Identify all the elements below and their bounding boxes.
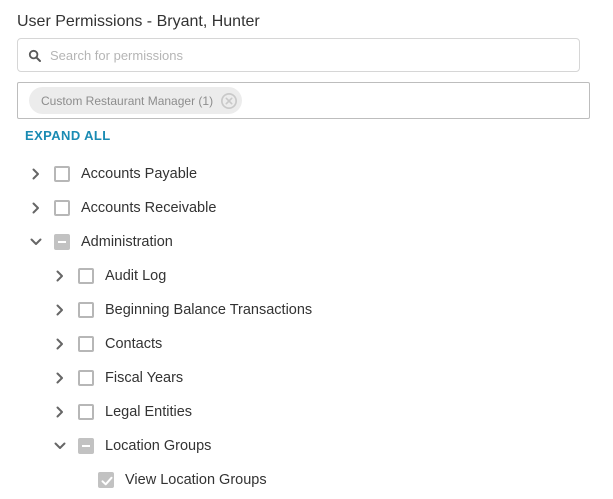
tree-row-label: Accounts Receivable [81, 200, 217, 216]
checkbox-checked[interactable] [98, 472, 114, 488]
role-chip[interactable]: Custom Restaurant Manager (1) [29, 87, 243, 114]
search-field[interactable] [17, 38, 580, 72]
chevron-right-icon[interactable] [53, 405, 67, 419]
checkbox[interactable] [78, 302, 94, 318]
tree-row-label: Audit Log [105, 268, 167, 284]
tree-row-label: Location Groups [105, 438, 212, 454]
checkbox[interactable] [78, 268, 94, 284]
page-title: User Permissions - Bryant, Hunter [17, 13, 260, 30]
tree-row-label: Beginning Balance Transactions [105, 302, 313, 318]
search-input[interactable] [50, 39, 570, 71]
close-circle-icon[interactable] [220, 92, 238, 110]
tree-row-label: Contacts [105, 336, 163, 352]
chevron-right-icon[interactable] [53, 269, 67, 283]
checkbox-indeterminate[interactable] [54, 234, 70, 250]
tree-row[interactable]: Audit Log [53, 259, 166, 293]
tree-row[interactable]: Location Groups [53, 429, 211, 463]
chevron-down-icon[interactable] [53, 439, 67, 453]
checkbox[interactable] [78, 404, 94, 420]
tree-row-label: Accounts Payable [81, 166, 198, 182]
chevron-right-icon[interactable] [53, 337, 67, 351]
checkbox[interactable] [54, 166, 70, 182]
checkbox[interactable] [54, 200, 70, 216]
search-icon [28, 49, 41, 62]
tree-row-label: Administration [81, 234, 173, 250]
role-chip-label: Custom Restaurant Manager (1) [41, 93, 214, 108]
chevron-right-icon[interactable] [53, 371, 67, 385]
tree-row-label: Fiscal Years [105, 370, 184, 386]
tree-row[interactable]: View Location Groups [98, 463, 267, 497]
checkbox[interactable] [78, 370, 94, 386]
role-filter-field[interactable]: Custom Restaurant Manager (1) [17, 82, 590, 119]
tree-row[interactable]: Administration [29, 225, 173, 259]
tree-row[interactable]: Contacts [53, 327, 162, 361]
tree-row[interactable]: Accounts Payable [29, 157, 197, 191]
checkbox[interactable] [78, 336, 94, 352]
tree-row-label: Legal Entities [105, 404, 193, 420]
checkbox-indeterminate[interactable] [78, 438, 94, 454]
tree-row[interactable]: Beginning Balance Transactions [53, 293, 312, 327]
chevron-right-icon[interactable] [29, 201, 43, 215]
tree-row[interactable]: Legal Entities [53, 395, 192, 429]
tree-row[interactable]: Accounts Receivable [29, 191, 216, 225]
check-icon [101, 476, 113, 486]
permissions-panel: User Permissions - Bryant, Hunter Custom… [0, 0, 613, 499]
tree-row[interactable]: Fiscal Years [53, 361, 183, 395]
chevron-down-icon[interactable] [29, 235, 43, 249]
expand-all-button[interactable]: EXPAND ALL [25, 128, 111, 143]
chevron-right-icon[interactable] [29, 167, 43, 181]
tree-row-label: View Location Groups [125, 472, 267, 488]
chevron-right-icon[interactable] [53, 303, 67, 317]
